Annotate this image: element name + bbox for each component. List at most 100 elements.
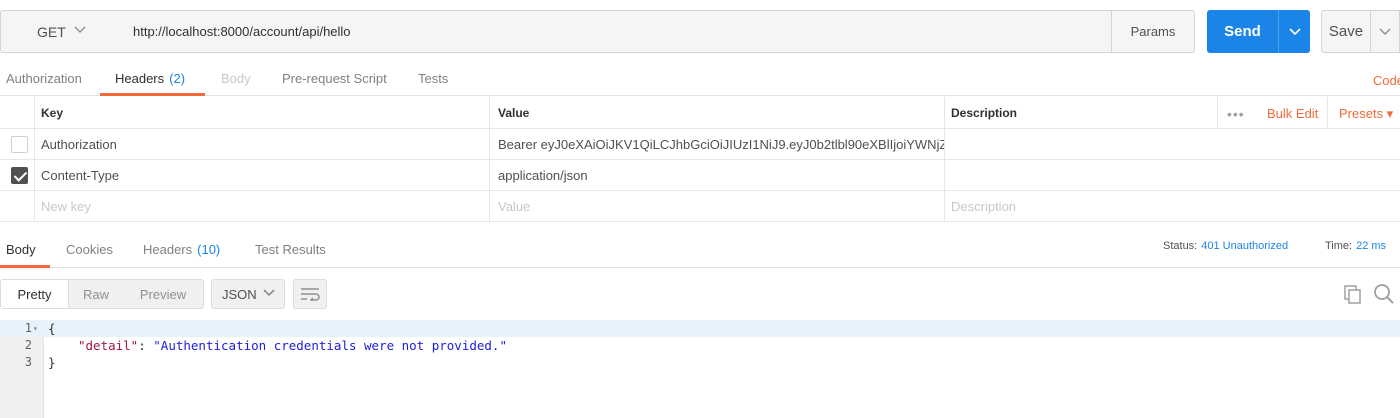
send-button[interactable]: Send	[1207, 10, 1278, 53]
chevron-down-icon	[74, 26, 86, 34]
column-header-key: Key	[34, 97, 489, 128]
save-button[interactable]: Save	[1321, 10, 1371, 53]
row-checkbox[interactable]	[11, 167, 28, 184]
raw-button[interactable]: Raw	[69, 280, 123, 308]
response-toolbar: Pretty Raw Preview JSON	[0, 279, 1400, 309]
status-value[interactable]: 401 Unauthorized	[1201, 240, 1288, 252]
more-options-icon[interactable]: •••	[1227, 106, 1245, 122]
table-row-new: New key Value Description	[0, 191, 1400, 222]
new-value-input[interactable]: Value	[489, 191, 944, 221]
code-text: "detail": "Authentication credentials we…	[78, 337, 507, 354]
tab-label: Body	[221, 70, 251, 86]
format-select[interactable]: JSON	[211, 279, 285, 309]
status-label: Status:	[1163, 240, 1198, 252]
response-tabs: Body Cookies Headers (10) Test Results S…	[0, 230, 1400, 268]
new-description-input[interactable]: Description	[944, 191, 1400, 221]
header-value: application/json	[498, 167, 588, 183]
code-text: }	[48, 355, 56, 370]
tab-label: Headers	[115, 70, 165, 86]
tab-label: Cookies	[66, 241, 113, 257]
column-header-description: Description	[944, 97, 1400, 128]
header-value-cell[interactable]: Bearer eyJ0eXAiOiJKV1QiLCJhbGciOiJIUzI1N…	[489, 129, 944, 159]
url-text: http://localhost:8000/account/api/hello	[133, 24, 351, 39]
tab-tests[interactable]: Tests	[418, 60, 448, 96]
json-string-value: "Authentication credentials were not pro…	[153, 338, 507, 353]
time-value[interactable]: 22 ms	[1356, 240, 1386, 252]
chevron-down-icon	[1379, 27, 1391, 35]
fold-arrow-icon[interactable]: ▾	[33, 320, 38, 337]
tab-body[interactable]: Body	[221, 60, 251, 96]
save-label: Save	[1328, 23, 1364, 40]
response-body-editor[interactable]: 1 ▾ { 2 "detail": "Authentication creden…	[0, 320, 1400, 418]
line-number: 3	[24, 355, 32, 369]
presets-dropdown[interactable]: Presets ▾	[1339, 106, 1393, 122]
tab-authorization[interactable]: Authorization	[6, 60, 82, 96]
header-key: Authorization	[41, 136, 117, 152]
header-key: Content-Type	[41, 167, 120, 183]
request-bar: GET http://localhost:8000/account/api/he…	[0, 10, 1400, 53]
row-checkbox[interactable]	[11, 136, 28, 153]
chevron-down-icon	[263, 289, 275, 297]
code-text: {	[48, 321, 56, 336]
send-label: Send	[1224, 23, 1261, 40]
tab-label: Test Results	[255, 241, 326, 257]
url-input[interactable]: http://localhost:8000/account/api/hello	[121, 10, 1112, 53]
tab-label: Tests	[418, 70, 449, 86]
copy-icon[interactable]	[1343, 284, 1363, 304]
headers-count-badge: (10)	[197, 241, 221, 257]
params-button[interactable]: Params	[1111, 10, 1195, 53]
tab-pre-request-script[interactable]: Pre-request Script	[282, 60, 387, 96]
table-header-row: Key Value Description ••• Bulk Edit Pres…	[0, 97, 1400, 129]
method-select[interactable]: GET	[0, 10, 122, 53]
divider	[1327, 97, 1328, 129]
json-colon: :	[138, 338, 154, 353]
pretty-label: Pretty	[17, 286, 52, 302]
chevron-down-icon	[1288, 27, 1301, 35]
line-number: 2	[24, 338, 32, 352]
params-label: Params	[1130, 24, 1176, 39]
send-dropdown-button[interactable]	[1278, 10, 1310, 53]
response-time: Time: 22 ms	[1325, 240, 1386, 252]
divider	[1217, 97, 1218, 129]
new-key-input[interactable]: New key	[34, 191, 489, 221]
table-row: Content-Type application/json	[0, 160, 1400, 191]
code-line: 1 ▾ {	[0, 320, 1400, 337]
method-label: GET	[37, 23, 66, 40]
json-key: "detail"	[78, 338, 139, 353]
headers-count-badge: (2)	[169, 70, 186, 86]
view-mode-toggle: Pretty Raw Preview	[0, 279, 204, 309]
save-dropdown-button[interactable]	[1370, 10, 1400, 53]
request-tabs: Authorization Headers (2) Body Pre-reque…	[0, 60, 1400, 96]
header-description-cell[interactable]	[944, 129, 1400, 159]
time-label: Time:	[1325, 240, 1353, 252]
search-icon[interactable]	[1373, 284, 1395, 304]
code-line: 3 }	[0, 354, 1400, 371]
wrap-lines-icon	[301, 288, 320, 301]
line-number: 1	[24, 321, 32, 335]
format-label: JSON	[222, 286, 257, 302]
tab-headers[interactable]: Headers (2)	[100, 60, 205, 96]
bulk-edit-link[interactable]: Bulk Edit	[1267, 106, 1318, 121]
table-row: Authorization Bearer eyJ0eXAiOiJKV1QiLCJ…	[0, 129, 1400, 160]
code-line: 2 "detail": "Authentication credentials …	[0, 337, 1400, 354]
tab-cookies[interactable]: Cookies	[66, 230, 113, 268]
tab-response-headers[interactable]: Headers (10)	[143, 230, 220, 268]
preview-label: Preview	[139, 286, 187, 302]
tab-test-results[interactable]: Test Results	[255, 230, 326, 268]
preview-button[interactable]: Preview	[123, 280, 203, 308]
header-value: Bearer eyJ0eXAiOiJKV1QiLCJhbGciOiJIUzI1N…	[498, 136, 944, 152]
header-description-cell[interactable]	[944, 160, 1400, 190]
tab-label: Pre-request Script	[282, 70, 387, 86]
headers-table: Key Value Description ••• Bulk Edit Pres…	[0, 97, 1400, 222]
header-key-cell[interactable]: Authorization	[34, 129, 489, 159]
tab-label: Headers	[143, 241, 193, 257]
tab-response-body[interactable]: Body	[0, 230, 50, 268]
response-status: Status: 401 Unauthorized	[1163, 240, 1288, 252]
pretty-button[interactable]: Pretty	[1, 280, 69, 308]
raw-label: Raw	[82, 286, 109, 302]
tab-label: Body	[6, 241, 36, 257]
wrap-lines-button[interactable]	[293, 279, 327, 309]
header-key-cell[interactable]: Content-Type	[34, 160, 489, 190]
code-link[interactable]: Code	[1373, 73, 1400, 88]
header-value-cell[interactable]: application/json	[489, 160, 944, 190]
